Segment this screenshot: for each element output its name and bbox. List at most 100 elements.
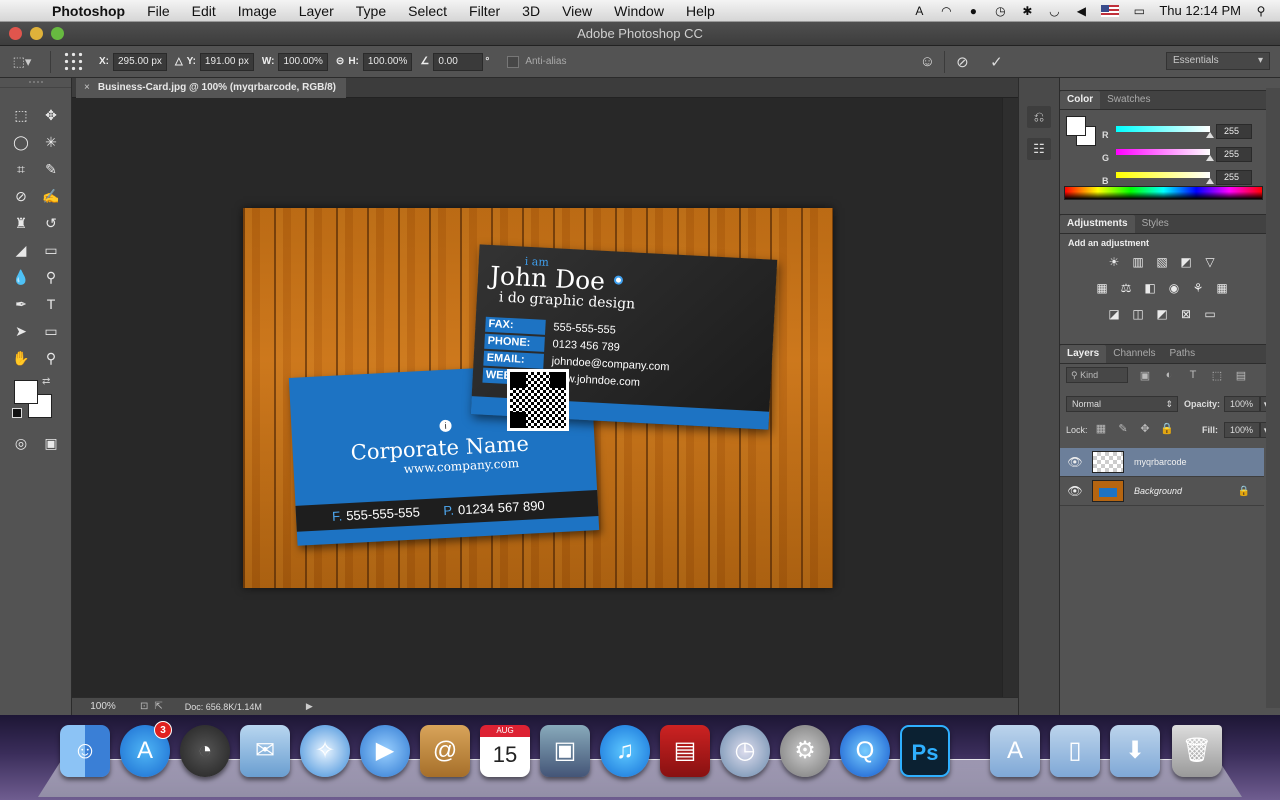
app-store-icon[interactable]: A3 (120, 721, 172, 777)
workspace-select[interactable]: Essentials ▾ (1166, 52, 1270, 70)
exposure-icon[interactable]: ◩ (1178, 254, 1194, 270)
type-tool-icon[interactable]: T (36, 293, 66, 315)
menu-image[interactable]: Image (227, 0, 288, 22)
shape-filter-icon[interactable]: ⬚ (1210, 369, 1224, 382)
photo-filter-icon[interactable]: ◉ (1166, 280, 1182, 296)
smart-object-filter-icon[interactable]: ▤ (1234, 369, 1248, 382)
qr-code-layer[interactable] (507, 369, 569, 431)
menu-type[interactable]: Type (345, 0, 397, 22)
curves-icon[interactable]: ▧ (1154, 254, 1170, 270)
channel-mixer-icon[interactable]: ⚘ (1190, 280, 1206, 296)
tab-styles[interactable]: Styles (1135, 215, 1176, 233)
cancel-transform-icon[interactable]: ⊘ (951, 53, 973, 71)
photo-booth-icon[interactable]: ▤ (660, 725, 710, 777)
dashboard-icon[interactable]: ◔ (180, 725, 230, 777)
visibility-eye-icon[interactable]: 👁 (1060, 484, 1090, 498)
default-colors-icon[interactable] (12, 408, 22, 418)
slider-handle-icon[interactable] (1206, 132, 1214, 138)
width-field[interactable]: 100.00% (278, 52, 328, 71)
lock-pixels-icon[interactable]: ✎ (1116, 422, 1130, 435)
share-icon[interactable]: ⇱ (154, 701, 162, 712)
finder-icon[interactable]: ☺ (60, 725, 110, 777)
color-spectrum-ramp[interactable] (1064, 186, 1263, 200)
gradient-tool-icon[interactable]: ▭ (36, 239, 66, 261)
history-panel-icon[interactable]: ⎌ (1027, 106, 1051, 128)
spotlight-search-icon[interactable]: ⚲ (1254, 4, 1268, 18)
selective-color-icon[interactable]: ⊠ (1178, 306, 1194, 322)
tab-adjustments[interactable]: Adjustments (1060, 215, 1135, 233)
documents-folder-icon[interactable]: ▯ (1050, 725, 1100, 777)
vertical-scrollbar[interactable] (1002, 98, 1018, 697)
dodge-tool-icon[interactable]: ⚲ (36, 266, 66, 288)
slider-handle-icon[interactable] (1206, 155, 1214, 161)
volume-icon[interactable]: ◀ (1074, 4, 1088, 18)
tab-color[interactable]: Color (1060, 91, 1101, 109)
layer-name[interactable]: myqrbarcode (1134, 457, 1187, 467)
contacts-icon[interactable]: @ (420, 725, 470, 777)
red-value-field[interactable]: 255 (1216, 124, 1252, 139)
blur-tool-icon[interactable]: 💧 (6, 266, 36, 288)
screen-mode-icon[interactable]: ▣ (36, 432, 66, 454)
marquee-tool-icon[interactable]: ⬚ (6, 104, 36, 126)
hue-saturation-icon[interactable]: ▦ (1094, 280, 1110, 296)
visibility-eye-icon[interactable]: 👁 (1060, 455, 1090, 469)
menu-3d[interactable]: 3D (511, 0, 551, 22)
tab-channels[interactable]: Channels (1106, 345, 1162, 363)
panel-grip[interactable] (0, 78, 71, 88)
threshold-icon[interactable]: ◩ (1154, 306, 1170, 322)
tab-paths[interactable]: Paths (1163, 345, 1203, 363)
tab-layers[interactable]: Layers (1060, 345, 1107, 363)
color-balance-icon[interactable]: ⚖ (1118, 280, 1134, 296)
foreground-color-swatch[interactable] (14, 380, 38, 404)
safari-icon[interactable]: ✧ (300, 725, 350, 777)
canvas-area[interactable]: i Corporate Name www.company.com F. 555-5… (72, 98, 1002, 697)
photoshop-icon[interactable]: Ps (900, 725, 950, 777)
downloads-folder-icon[interactable]: ⬇ (1110, 725, 1160, 777)
green-slider[interactable] (1116, 149, 1210, 155)
x-position-field[interactable]: 295.00 px (113, 52, 167, 71)
fill-field[interactable]: 100% (1224, 422, 1260, 438)
move-tool-icon[interactable]: ✥ (36, 104, 66, 126)
menu-layer[interactable]: Layer (288, 0, 345, 22)
history-brush-tool-icon[interactable]: ↺ (36, 212, 66, 234)
rotation-field[interactable]: 0.00 (433, 52, 484, 71)
posterize-icon[interactable]: ◫ (1130, 306, 1146, 322)
bluetooth-icon[interactable]: ✱ (1020, 4, 1034, 18)
blue-value-field[interactable]: 255 (1216, 170, 1252, 185)
input-flag-icon[interactable] (1101, 4, 1120, 17)
close-tab-icon[interactable]: × (84, 82, 90, 93)
menu-edit[interactable]: Edit (181, 0, 227, 22)
minimize-window-button[interactable] (30, 27, 43, 40)
adjustment-filter-icon[interactable]: ◐ (1162, 369, 1176, 381)
anti-alias-checkbox[interactable] (507, 55, 520, 68)
blue-slider[interactable] (1116, 172, 1210, 178)
vibrance-icon[interactable]: ▽ (1202, 254, 1218, 270)
healing-brush-tool-icon[interactable]: ⊘ (6, 185, 36, 207)
lock-position-icon[interactable]: ✥ (1138, 422, 1152, 435)
properties-panel-icon[interactable]: ☷ (1027, 138, 1051, 160)
layer-row-myqrbarcode[interactable]: 👁 myqrbarcode (1060, 448, 1264, 477)
menu-view[interactable]: View (551, 0, 603, 22)
magic-wand-tool-icon[interactable]: ✳ (36, 131, 66, 153)
reference-point-icon[interactable] (63, 50, 85, 73)
lasso-tool-icon[interactable]: ◯ (6, 131, 36, 153)
zoom-window-button[interactable] (51, 27, 64, 40)
status-menu-arrow-icon[interactable]: ▶ (306, 701, 313, 712)
lock-transparent-icon[interactable]: ▦ (1094, 422, 1108, 435)
brush-tool-icon[interactable]: ✍ (36, 185, 66, 207)
menu-app-photoshop[interactable]: Photoshop (42, 0, 136, 22)
wifi-icon[interactable]: ◡ (1047, 4, 1061, 18)
delta-icon[interactable]: △ (175, 56, 183, 67)
color-lookup-icon[interactable]: ▦ (1214, 280, 1230, 296)
close-window-button[interactable] (9, 27, 22, 40)
layer-row-background[interactable]: 👁 Background 🔒 (1060, 477, 1264, 506)
eraser-tool-icon[interactable]: ◢ (6, 239, 36, 261)
commit-transform-icon[interactable]: ✓ (985, 53, 1007, 71)
red-slider[interactable] (1116, 126, 1210, 132)
y-position-field[interactable]: 191.00 px (199, 52, 254, 71)
gradient-map-icon[interactable]: ▭ (1202, 306, 1218, 322)
brightness-icon[interactable]: ☀ (1106, 254, 1122, 270)
slider-handle-icon[interactable] (1206, 178, 1214, 184)
system-preferences-icon[interactable]: ⚙ (780, 725, 830, 777)
menu-filter[interactable]: Filter (458, 0, 511, 22)
